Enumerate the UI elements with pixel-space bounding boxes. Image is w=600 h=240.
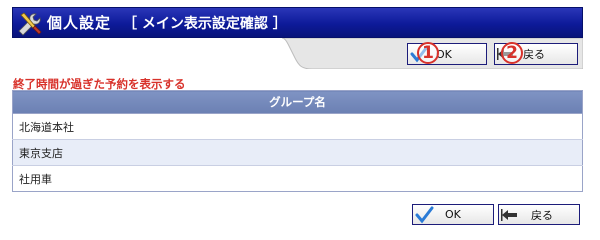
step-marker-1: 1	[417, 42, 439, 64]
title-bar: 個人設定 ［ メイン表示設定確認 ］	[12, 7, 583, 38]
back-button-label: 戻る	[523, 48, 545, 61]
page-subtitle: ［ メイン表示設定確認 ］	[123, 15, 287, 32]
column-header-group-name: グループ名	[12, 90, 583, 114]
page-title: 個人設定	[47, 14, 112, 32]
table-header-row: グループ名	[12, 90, 583, 114]
footer-back-button[interactable]: 戻る	[498, 204, 580, 225]
step-marker-2: 2	[501, 42, 523, 64]
footer-back-button-label: 戻る	[531, 208, 553, 222]
group-table: グループ名 北海道本社 東京支店 社用車	[12, 90, 583, 192]
back-arrow-icon	[499, 205, 521, 225]
footer-ok-button[interactable]: OK	[412, 204, 494, 225]
table-row: 社用車	[12, 165, 583, 192]
tools-icon	[13, 7, 47, 38]
table-row: 東京支店	[12, 139, 583, 166]
table-row: 北海道本社	[12, 113, 583, 140]
footer-ok-button-label: OK	[445, 208, 461, 221]
check-icon	[413, 205, 435, 225]
group-name-cell: 東京支店	[12, 139, 583, 166]
group-name-cell: 北海道本社	[12, 113, 583, 140]
group-name-cell: 社用車	[12, 165, 583, 192]
